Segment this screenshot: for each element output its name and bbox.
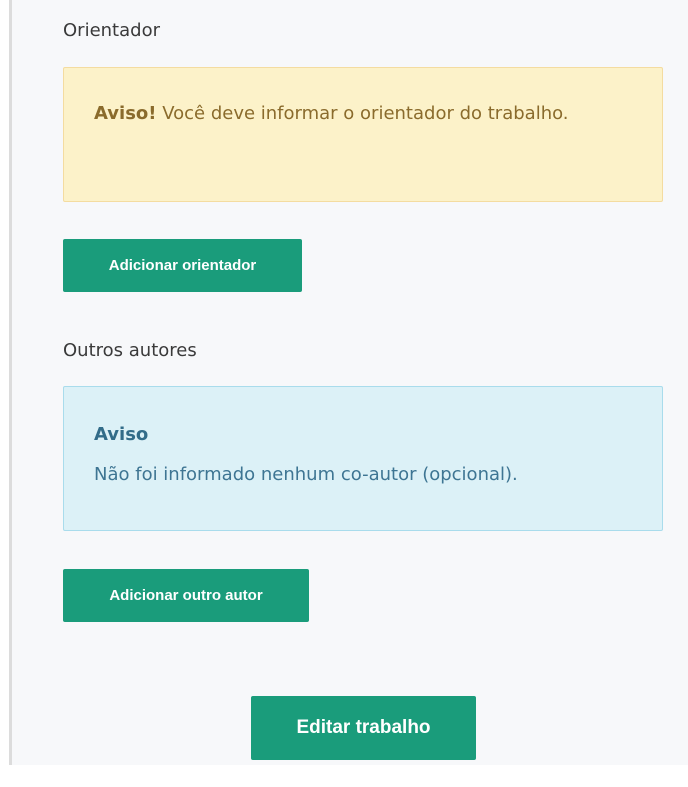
info-alert-title: Aviso — [94, 424, 149, 445]
advisor-section-label: Orientador — [63, 20, 160, 41]
advisor-warning-alert: Aviso! Você deve informar o orientador d… — [63, 67, 663, 202]
warning-alert-title: Aviso! — [94, 103, 157, 124]
page-bottom — [0, 765, 688, 787]
edit-work-button[interactable]: Editar trabalho — [251, 696, 476, 760]
warning-alert-message: Você deve informar o orientador do traba… — [156, 103, 569, 124]
add-advisor-button[interactable]: Adicionar orientador — [63, 239, 302, 292]
coauthors-info-alert: Aviso Não foi informado nenhum co-autor … — [63, 386, 663, 531]
coauthors-section-label: Outros autores — [63, 340, 197, 361]
add-coauthor-button[interactable]: Adicionar outro autor — [63, 569, 309, 622]
info-alert-message: Não foi informado nenhum co-autor (opcio… — [94, 464, 518, 485]
